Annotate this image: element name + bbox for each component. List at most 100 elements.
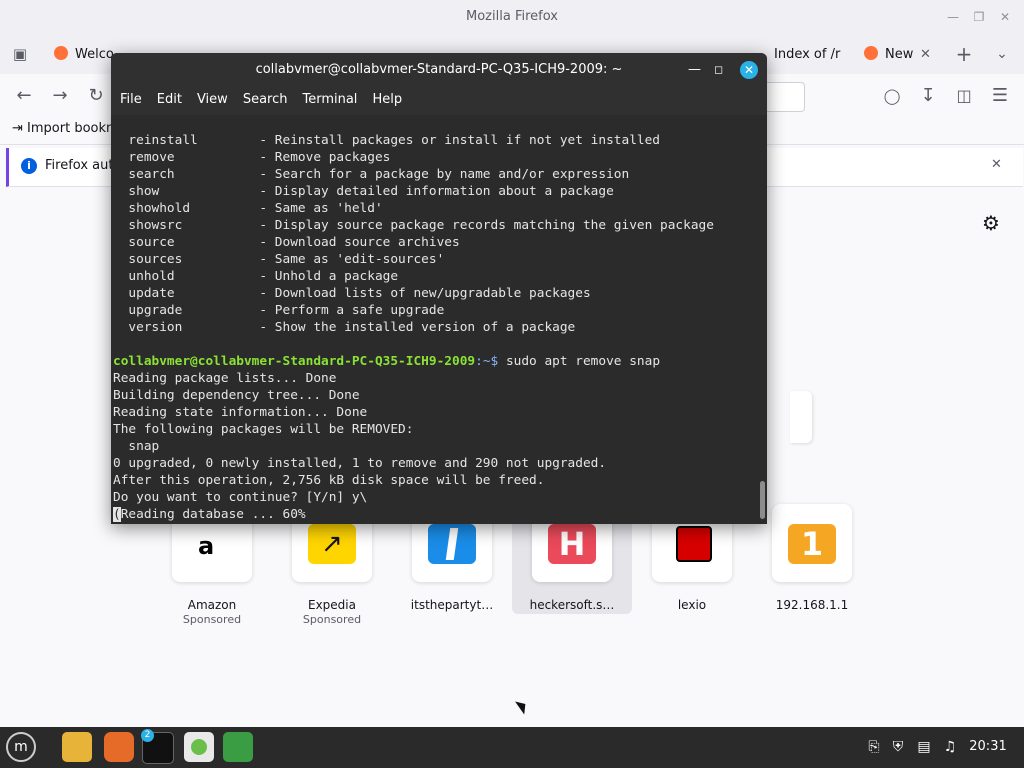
shortcut-title: Expedia bbox=[308, 598, 356, 612]
search-box-edge[interactable] bbox=[790, 391, 812, 443]
close-notification-icon[interactable]: ✕ bbox=[991, 157, 1002, 172]
amazon-icon: a bbox=[198, 532, 215, 560]
menu-edit[interactable]: Edit bbox=[157, 87, 182, 113]
import-bookmarks-label: Import bookm bbox=[27, 121, 119, 136]
terminal-line: snap bbox=[113, 439, 160, 454]
mouse-cursor-icon bbox=[515, 697, 530, 715]
new-tab-button[interactable]: + bbox=[952, 42, 976, 66]
terminal-progress-text: Reading database ... 60% bbox=[120, 507, 306, 522]
terminal-output[interactable]: reinstall - Reinstall packages or instal… bbox=[111, 115, 759, 524]
firefox-taskbar-icon[interactable] bbox=[104, 732, 134, 762]
menu-view[interactable]: View bbox=[197, 87, 228, 113]
terminal-scrollbar-thumb[interactable] bbox=[760, 481, 765, 519]
shortcut-title: lexio bbox=[677, 598, 707, 612]
terminal-close-icon[interactable]: ✕ bbox=[740, 61, 758, 79]
terminal-line: version - Show the installed version of … bbox=[113, 320, 576, 335]
sponsored-label: Sponsored bbox=[182, 613, 242, 626]
terminal-line: upgrade - Perform a safe upgrade bbox=[113, 303, 445, 318]
tab-index-of[interactable]: Index of /r bbox=[774, 40, 846, 70]
reload-icon[interactable]: ↻ bbox=[84, 84, 108, 108]
shortcut-title: 192.168.1.1 bbox=[775, 598, 849, 612]
terminal-maximize-icon[interactable]: ◻ bbox=[714, 53, 723, 87]
clipboard-icon[interactable]: ⎘ bbox=[864, 737, 884, 757]
forward-icon[interactable]: → bbox=[48, 84, 72, 108]
prompt-path: :~$ bbox=[475, 354, 506, 369]
terminal-line: sources - Same as 'edit-sources' bbox=[113, 252, 445, 267]
shortcut-title: heckersoft.s… bbox=[529, 598, 615, 612]
tab-welcome[interactable]: Welco bbox=[46, 40, 116, 70]
terminal-line: Reading state information... Done bbox=[113, 405, 368, 420]
clock[interactable]: 20:31 bbox=[966, 737, 1010, 757]
window-count-badge: 2 bbox=[141, 729, 154, 742]
firefox-window-title: Mozilla Firefox bbox=[466, 9, 558, 24]
restore-icon[interactable]: ❐ bbox=[969, 8, 989, 28]
close-tab-icon[interactable]: ✕ bbox=[920, 40, 931, 70]
terminal-line: showhold - Same as 'held' bbox=[113, 201, 383, 216]
menu-help[interactable]: Help bbox=[372, 87, 402, 113]
list-all-tabs-icon[interactable]: ⌄ bbox=[990, 42, 1014, 66]
terminal-minimize-icon[interactable]: — bbox=[688, 53, 701, 87]
terminal-line: Building dependency tree... Done bbox=[113, 388, 360, 403]
minimize-icon[interactable]: — bbox=[943, 8, 963, 28]
terminal-window[interactable]: collabvmer@collabvmer-Standard-PC-Q35-IC… bbox=[111, 53, 767, 524]
shield-app-icon[interactable] bbox=[223, 732, 253, 762]
terminal-title-bar: collabvmer@collabvmer-Standard-PC-Q35-IC… bbox=[111, 53, 767, 87]
terminal-scrollbar[interactable] bbox=[759, 115, 767, 524]
shortcut-192-168-1-1[interactable]: 1 192.168.1.1 bbox=[762, 504, 862, 612]
terminal-menubar: File Edit View Search Terminal Help bbox=[111, 87, 767, 115]
terminal-prompt-line: collabvmer@collabvmer-Standard-PC-Q35-IC… bbox=[113, 353, 714, 370]
pocket-icon[interactable]: ◯ bbox=[880, 84, 904, 108]
lexio-icon bbox=[676, 526, 712, 562]
import-bookmarks-button[interactable]: ⇥ Import bookm bbox=[12, 121, 119, 136]
terminal-line: The following packages will be REMOVED: bbox=[113, 422, 414, 437]
terminal-cursor: ( bbox=[113, 507, 121, 522]
url-bar[interactable] bbox=[766, 82, 805, 112]
terminal-line: After this operation, 2,756 kB disk spac… bbox=[113, 473, 545, 488]
menu-icon[interactable]: ☰ bbox=[988, 84, 1012, 108]
itstheparty-icon bbox=[428, 524, 476, 564]
terminal-line: unhold - Unhold a package bbox=[113, 269, 399, 284]
menu-file[interactable]: File bbox=[120, 87, 142, 113]
terminal-command: sudo apt remove snap bbox=[505, 354, 661, 369]
tab-label: New bbox=[885, 47, 914, 62]
terminal-line: show - Display detailed information abou… bbox=[113, 184, 614, 199]
settings-gear-icon[interactable]: ⚙ bbox=[982, 211, 1000, 235]
info-icon: i bbox=[21, 158, 37, 174]
terminal-line: search - Search for a package by name an… bbox=[113, 167, 630, 182]
heckersoft-icon: H bbox=[548, 524, 596, 564]
import-icon: ⇥ bbox=[12, 121, 23, 136]
terminal-line: remove - Remove packages bbox=[113, 150, 391, 165]
taskbar: m 2 ⎘ ⛨ ▤ ♫ 20:31 bbox=[0, 727, 1024, 768]
back-icon[interactable]: ← bbox=[12, 84, 36, 108]
router-icon: 1 bbox=[788, 524, 836, 564]
firefox-icon bbox=[54, 46, 68, 60]
terminal-line: 0 upgraded, 0 newly installed, 1 to remo… bbox=[113, 456, 607, 471]
tab-label: Welco bbox=[75, 47, 114, 62]
tab-label: Index of /r bbox=[774, 47, 841, 62]
security-shield-icon[interactable]: ⛨ bbox=[888, 737, 908, 757]
mint-menu-icon[interactable]: m bbox=[6, 732, 36, 762]
apps-grid-icon[interactable] bbox=[184, 732, 214, 762]
shortcut-title: itsthepartyt… bbox=[410, 598, 494, 612]
downloads-icon[interactable]: ↧ bbox=[916, 84, 940, 108]
prompt-user-host: collabvmer@collabvmer-Standard-PC-Q35-IC… bbox=[113, 354, 476, 369]
menu-terminal[interactable]: Terminal bbox=[302, 87, 357, 113]
terminal-taskbar-icon[interactable]: 2 bbox=[141, 729, 174, 764]
terminal-line: Reading package lists... Done bbox=[113, 371, 337, 386]
expedia-icon: ↗ bbox=[308, 524, 356, 564]
terminal-progress-line: (Reading database ... 60% bbox=[113, 506, 714, 523]
firefox-view-icon[interactable]: ▣ bbox=[8, 42, 32, 66]
files-icon[interactable] bbox=[62, 732, 92, 762]
network-icon[interactable]: ▤ bbox=[914, 737, 934, 757]
menu-search[interactable]: Search bbox=[243, 87, 288, 113]
extensions-icon[interactable]: ◫ bbox=[952, 84, 976, 108]
terminal-line: showsrc - Display source package records… bbox=[113, 218, 714, 233]
close-window-icon[interactable]: ✕ bbox=[995, 8, 1015, 28]
shortcut-title: Amazon bbox=[187, 598, 237, 612]
terminal-title: collabvmer@collabvmer-Standard-PC-Q35-IC… bbox=[255, 62, 623, 77]
tab-new-tab[interactable]: New ✕ bbox=[856, 40, 942, 70]
firefox-title-bar: Mozilla Firefox — ❐ ✕ bbox=[0, 0, 1024, 36]
sound-icon[interactable]: ♫ bbox=[940, 737, 960, 757]
terminal-line: reinstall - Reinstall packages or instal… bbox=[113, 133, 661, 148]
